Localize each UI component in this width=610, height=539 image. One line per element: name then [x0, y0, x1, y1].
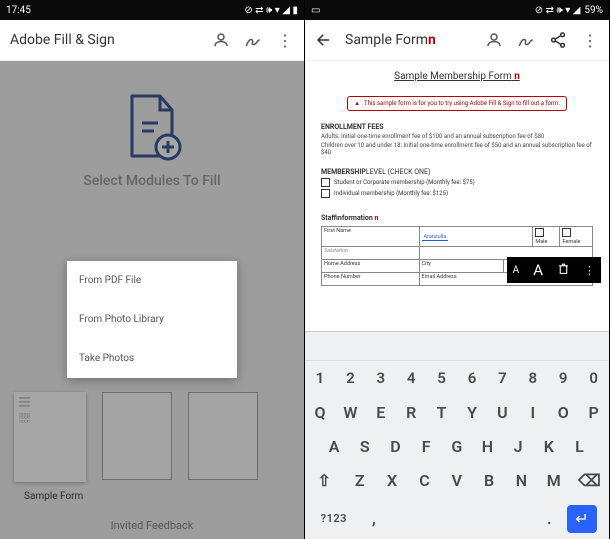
document-view[interactable]: Sample Membership Form n ▲ This sample f…	[305, 61, 609, 331]
key-e[interactable]: E	[366, 403, 396, 422]
key-4[interactable]: 4	[396, 369, 426, 387]
key-6[interactable]: 6	[457, 369, 487, 387]
profile-icon[interactable]	[485, 31, 503, 49]
key-u[interactable]: U	[487, 403, 517, 422]
status-icons: ⊘ ⇄ 🕪 ▾ ◢ ▮	[244, 5, 298, 16]
key-s[interactable]: S	[350, 437, 381, 456]
status-time: 17:45	[6, 5, 31, 16]
key-t[interactable]: T	[427, 403, 457, 422]
key-a[interactable]: A	[319, 437, 350, 456]
section-enrollment: ENROLLMENT FEES	[321, 123, 593, 131]
key-i[interactable]: I	[518, 403, 548, 422]
back-icon[interactable]	[315, 31, 333, 49]
key-0[interactable]: 0	[579, 369, 609, 387]
key-b[interactable]: B	[473, 471, 505, 490]
key-q[interactable]: Q	[305, 403, 335, 422]
section-membership: MEMBERSHIPLEVEL (CHECK ONE)	[321, 168, 593, 176]
keyboard: 1 2 3 4 5 6 7 8 9 0 Q W E R T Y U I O	[305, 331, 609, 539]
key-w[interactable]: W	[335, 403, 365, 422]
key-h[interactable]: H	[472, 437, 503, 456]
key-9[interactable]: 9	[548, 369, 578, 387]
symbols-key[interactable]: ?123	[311, 512, 357, 525]
sign-icon[interactable]	[517, 31, 535, 49]
period-key[interactable]: .	[532, 509, 567, 528]
more-icon[interactable]: ⋮	[581, 31, 599, 49]
key-l[interactable]: L	[564, 437, 595, 456]
key-r[interactable]: R	[396, 403, 426, 422]
menu-from-photos[interactable]: From Photo Library	[67, 300, 237, 339]
checkbox-individual[interactable]: Individual membership (Monthly fee: $125…	[321, 189, 593, 198]
text-format-toolbar: A A ⋮	[507, 257, 601, 283]
enter-key[interactable]: ↵	[567, 505, 597, 533]
more-icon[interactable]: ⋮	[276, 31, 294, 49]
key-v[interactable]: V	[441, 471, 473, 490]
warning-banner: ▲ This sample form is for you to try usi…	[347, 96, 567, 111]
key-2[interactable]: 2	[335, 369, 365, 387]
comma-key[interactable]: ,	[357, 509, 392, 528]
status-bar: 17:45 ⊘ ⇄ 🕪 ▾ ◢ ▮	[0, 0, 304, 20]
key-y[interactable]: Y	[457, 403, 487, 422]
font-smaller-button[interactable]: A	[513, 265, 520, 276]
key-g[interactable]: G	[442, 437, 473, 456]
toolbar-more-icon[interactable]: ⋮	[584, 264, 595, 277]
app-bar: Sample Formn ⋮	[305, 20, 609, 61]
key-1[interactable]: 1	[305, 369, 335, 387]
share-icon[interactable]	[549, 31, 567, 49]
key-f[interactable]: F	[411, 437, 442, 456]
key-7[interactable]: 7	[487, 369, 517, 387]
doc-title: Sample Formn	[345, 32, 485, 48]
right-screenshot: ▭ ⊘ ⇄ 🕪 ▾ ◢ 59% Sample Formn ⋮ Sample Me…	[305, 0, 610, 539]
key-z[interactable]: Z	[344, 471, 376, 490]
key-d[interactable]: D	[380, 437, 411, 456]
backspace-key[interactable]: ⌫	[570, 471, 609, 490]
app-bar: Adobe Fill & Sign ⋮	[0, 20, 304, 61]
key-x[interactable]: X	[376, 471, 408, 490]
key-c[interactable]: C	[409, 471, 441, 490]
key-j[interactable]: J	[503, 437, 534, 456]
key-o[interactable]: O	[548, 403, 578, 422]
key-5[interactable]: 5	[427, 369, 457, 387]
status-icons: ⊘ ⇄ 🕪 ▾ ◢ 59%	[535, 5, 603, 16]
section-staff: Staffinformation n	[321, 214, 593, 222]
text-input-value[interactable]: Aranzulla	[422, 234, 449, 241]
key-8[interactable]: 8	[518, 369, 548, 387]
key-3[interactable]: 3	[366, 369, 396, 387]
menu-from-pdf[interactable]: From PDF File	[67, 261, 237, 300]
key-k[interactable]: K	[534, 437, 565, 456]
sign-icon[interactable]	[244, 31, 262, 49]
status-bar: ▭ ⊘ ⇄ 🕪 ▾ ◢ 59%	[305, 0, 609, 20]
key-p[interactable]: P	[579, 403, 609, 422]
suggestion-bar[interactable]	[305, 332, 609, 361]
checkbox-student[interactable]: Student or Corporate membership (Monthly…	[321, 178, 593, 187]
delete-icon[interactable]	[557, 262, 570, 278]
menu-take-photo[interactable]: Take Photos	[67, 339, 237, 378]
app-title: Adobe Fill & Sign	[10, 32, 212, 48]
left-screenshot: 17:45 ⊘ ⇄ 🕪 ▾ ◢ ▮ Adobe Fill & Sign ⋮	[0, 0, 305, 539]
form-heading: Sample Membership Form n	[321, 67, 593, 86]
shift-key[interactable]: ⇧	[305, 471, 344, 490]
key-n[interactable]: N	[506, 471, 538, 490]
key-m[interactable]: M	[538, 471, 570, 490]
font-larger-button[interactable]: A	[533, 261, 543, 279]
source-menu: From PDF File From Photo Library Take Ph…	[67, 261, 237, 378]
status-notif-icon: ▭	[311, 5, 320, 16]
profile-icon[interactable]	[212, 31, 230, 49]
